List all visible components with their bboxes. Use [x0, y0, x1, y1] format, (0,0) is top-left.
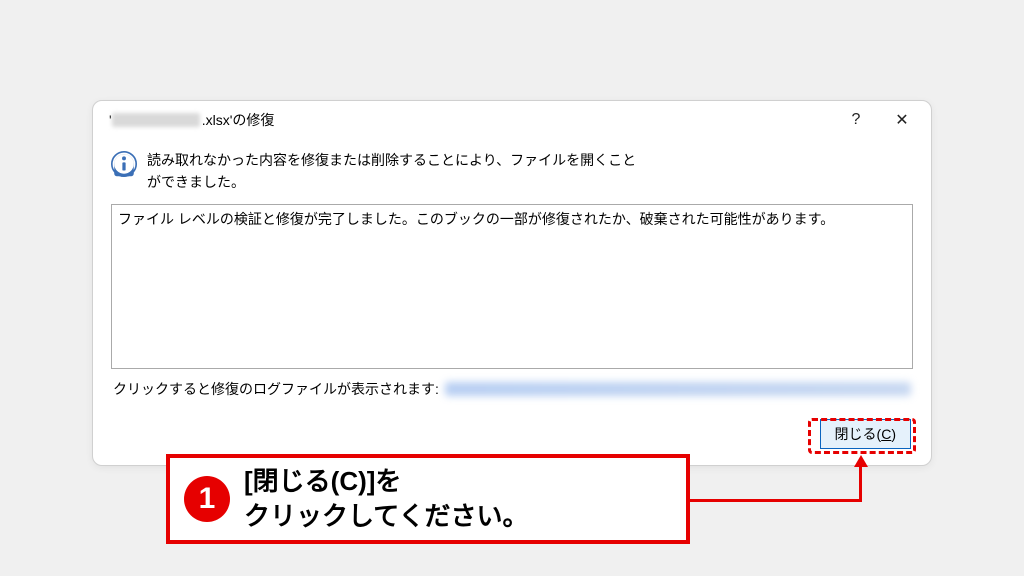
log-label: クリックすると修復のログファイルが表示されます:	[113, 379, 439, 399]
repair-dialog: ' .xlsx'の修復 ? ✕ 読み取れなかった内容を修復または削除することによ…	[92, 100, 932, 466]
close-btn-tail: )	[891, 426, 896, 442]
title-suffix: .xlsx'の修復	[202, 110, 275, 130]
annotation-line-2: クリックしてください。	[244, 499, 528, 534]
info-icon	[111, 151, 137, 177]
header-message: 読み取れなかった内容を修復または削除することにより、ファイルを開くこと ができま…	[111, 143, 913, 204]
annotation-number: 1	[184, 476, 230, 522]
annotation-arrow-vertical	[859, 466, 862, 502]
dialog-content: 読み取れなかった内容を修復または削除することにより、ファイルを開くこと ができま…	[93, 139, 931, 465]
log-file-link[interactable]	[445, 382, 911, 396]
repair-details-text: ファイル レベルの検証と修復が完了しました。このブックの一部が修復されたか、破棄…	[118, 209, 906, 229]
title-filename-redacted	[112, 113, 200, 127]
close-btn-key: C	[881, 426, 891, 442]
annotation-arrow-head	[854, 455, 868, 467]
close-btn-label: 閉じる(	[835, 426, 882, 442]
message-line-2: ができました。	[147, 171, 636, 193]
close-x-button[interactable]: ✕	[879, 105, 925, 135]
annotation-line-1: [閉じる(C)]を	[244, 464, 528, 499]
title-bar: ' .xlsx'の修復 ? ✕	[93, 101, 931, 139]
annotation-callout: 1 [閉じる(C)]を クリックしてください。	[166, 454, 690, 544]
close-button[interactable]: 閉じる(C)	[820, 419, 911, 449]
repair-details-box[interactable]: ファイル レベルの検証と修復が完了しました。このブックの一部が修復されたか、破棄…	[111, 204, 913, 369]
message-line-1: 読み取れなかった内容を修復または削除することにより、ファイルを開くこと	[147, 149, 636, 171]
help-button[interactable]: ?	[833, 105, 879, 135]
annotation-arrow-horizontal	[690, 499, 862, 502]
